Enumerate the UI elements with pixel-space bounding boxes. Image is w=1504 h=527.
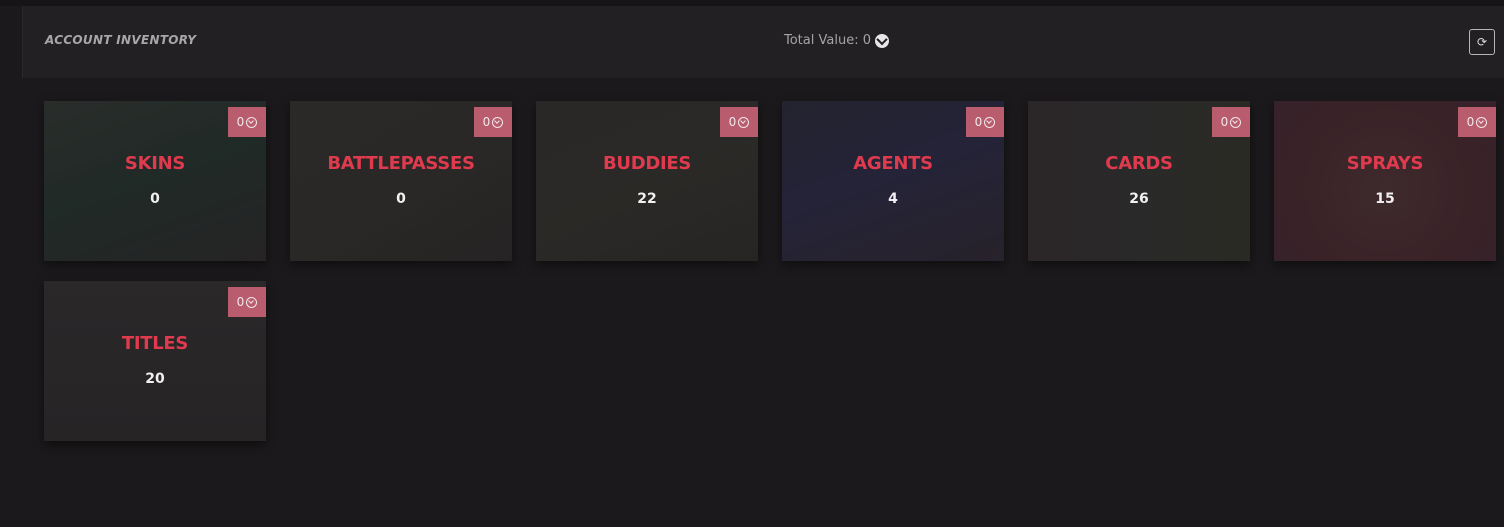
price-badge: 0 [228, 107, 266, 137]
price-value: 0 [1220, 115, 1229, 129]
category-label: SPRAYS [1346, 153, 1424, 174]
refresh-icon: ⟳ [1476, 35, 1488, 49]
valorant-points-icon [246, 116, 258, 128]
valorant-points-icon [738, 116, 750, 128]
inventory-header: ACCOUNT INVENTORY Total Value: 0 ⟳ [22, 6, 1504, 78]
price-badge: 0 [1458, 107, 1496, 137]
price-value: 0 [236, 115, 245, 129]
valorant-points-icon [874, 33, 889, 48]
price-badge: 0 [720, 107, 758, 137]
refresh-button[interactable]: ⟳ [1469, 29, 1495, 55]
category-card-titles[interactable]: 0 TITLES 20 [44, 281, 266, 441]
category-count: 0 [150, 191, 160, 207]
valorant-points-icon [1476, 116, 1488, 128]
category-count: 26 [1129, 191, 1149, 207]
category-count: 0 [396, 191, 406, 207]
category-count: 22 [637, 191, 657, 207]
category-card-battlepasses[interactable]: 0 BATTLEPASSES 0 [290, 101, 512, 261]
price-badge: 0 [228, 287, 266, 317]
category-card-cards[interactable]: 0 CARDS 26 [1028, 101, 1250, 261]
price-value: 0 [482, 115, 491, 129]
price-value: 0 [728, 115, 737, 129]
price-value: 0 [974, 115, 983, 129]
category-count: 20 [145, 371, 165, 387]
category-label: AGENTS [853, 153, 933, 174]
page-title: ACCOUNT INVENTORY [45, 33, 197, 47]
price-badge: 0 [474, 107, 512, 137]
valorant-points-icon [1230, 116, 1242, 128]
price-badge: 0 [966, 107, 1004, 137]
category-count: 4 [888, 191, 898, 207]
category-label: TITLES [121, 333, 189, 354]
category-card-buddies[interactable]: 0 BUDDIES 22 [536, 101, 758, 261]
price-badge: 0 [1212, 107, 1250, 137]
category-label: BUDDIES [602, 153, 692, 174]
category-label: SKINS [124, 153, 186, 174]
category-label: BATTLEPASSES [327, 153, 475, 174]
category-card-agents[interactable]: 0 AGENTS 4 [782, 101, 1004, 261]
valorant-points-icon [246, 296, 258, 308]
category-count: 15 [1375, 191, 1395, 207]
category-card-sprays[interactable]: 0 SPRAYS 15 [1274, 101, 1496, 261]
price-value: 0 [236, 295, 245, 309]
total-value-label: Total Value: 0 [784, 33, 871, 48]
category-label: CARDS [1105, 153, 1173, 174]
category-card-skins[interactable]: 0 SKINS 0 [44, 101, 266, 261]
valorant-points-icon [984, 116, 996, 128]
valorant-points-icon [492, 116, 504, 128]
price-value: 0 [1466, 115, 1475, 129]
total-value: Total Value: 0 [784, 33, 889, 48]
